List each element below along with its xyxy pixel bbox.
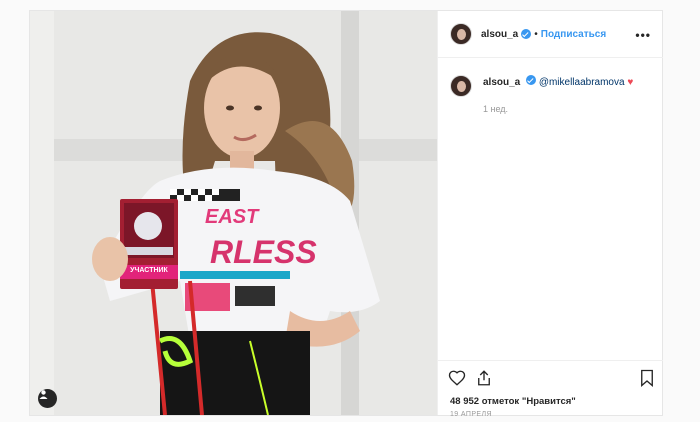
caption-username[interactable]: alsou_a bbox=[483, 77, 520, 88]
heart-emoji: ♥ bbox=[627, 77, 634, 88]
post-header: alsou_a • Подписаться ••• bbox=[438, 11, 663, 58]
post-sidebar: alsou_a • Подписаться ••• alsou_a @mikel… bbox=[437, 11, 663, 418]
post-card: EAST RLESS УЧАСТНИК alsou_a • Подписатьс… bbox=[29, 10, 663, 418]
post-photo[interactable]: EAST RLESS УЧАСТНИК bbox=[30, 11, 437, 415]
more-options-icon[interactable]: ••• bbox=[635, 28, 651, 42]
separator-dot: • bbox=[534, 28, 538, 40]
photo-illustration: EAST RLESS bbox=[30, 11, 437, 415]
svg-text:RLESS: RLESS bbox=[210, 234, 317, 270]
author-username[interactable]: alsou_a bbox=[481, 29, 518, 40]
verified-badge-icon bbox=[526, 75, 537, 85]
verified-badge-icon bbox=[521, 29, 532, 39]
likes-count[interactable]: 48 952 отметок "Нравится" bbox=[450, 396, 576, 407]
badge-text: УЧАСТНИК bbox=[130, 267, 168, 274]
post-date[interactable]: 19 АПРЕЛЯ bbox=[450, 411, 492, 418]
caption-mention-link[interactable]: @mikellaabramova bbox=[539, 77, 625, 88]
actions-bar: 48 952 отметок "Нравится" 19 АПРЕЛЯ bbox=[438, 360, 663, 418]
caption-time: 1 нед. bbox=[483, 104, 509, 114]
caption-avatar[interactable] bbox=[450, 75, 472, 97]
caption: alsou_a @mikellaabramova ♥ 1 нед. bbox=[450, 75, 633, 116]
bookmark-icon[interactable] bbox=[639, 369, 655, 387]
tag-user-icon[interactable] bbox=[38, 389, 57, 408]
follow-button[interactable]: Подписаться bbox=[541, 29, 606, 40]
heart-icon[interactable] bbox=[448, 369, 466, 387]
avatar[interactable] bbox=[450, 23, 472, 45]
svg-text:EAST: EAST bbox=[205, 206, 260, 228]
share-icon[interactable] bbox=[475, 369, 493, 387]
